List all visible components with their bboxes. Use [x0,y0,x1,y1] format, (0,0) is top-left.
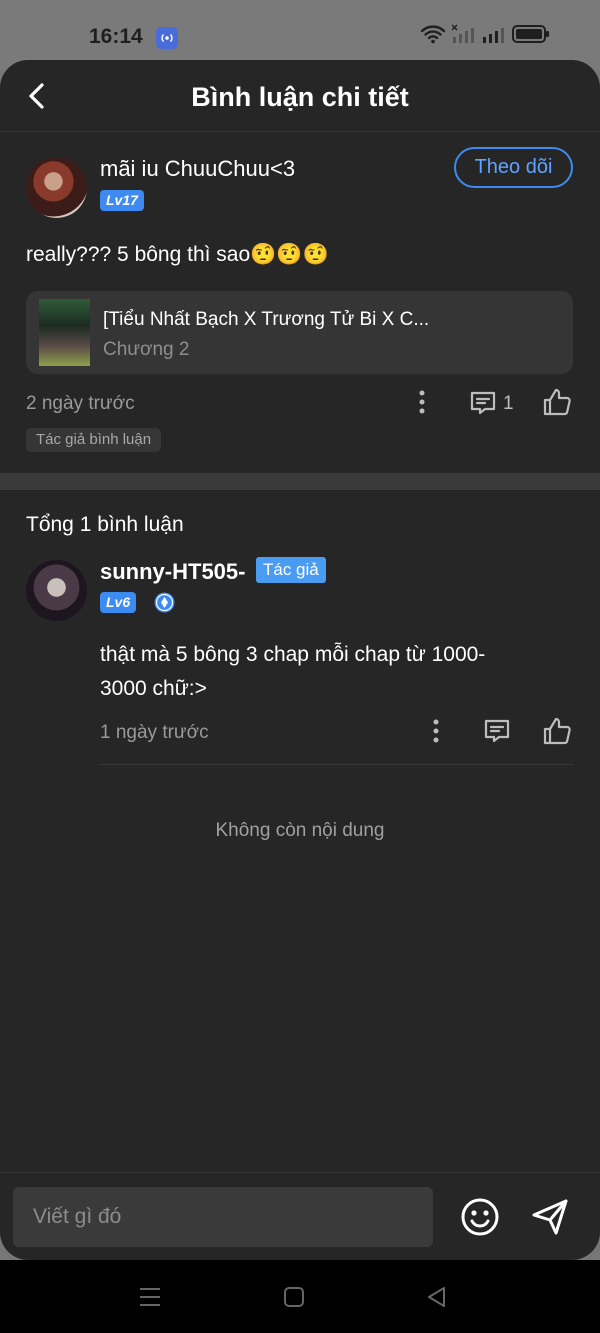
thumbs-up-icon [543,717,571,745]
comment-composer [0,1172,600,1260]
page-title: Bình luận chi tiết [191,82,409,112]
back-nav-button[interactable] [424,1285,448,1309]
follow-button[interactable]: Theo dõi [454,147,573,188]
author-badge: Tác giả [256,557,326,583]
more-vertical-icon [419,390,425,414]
send-icon [532,1199,568,1235]
menu-icon [140,1288,160,1306]
total-comments-label: Tổng 1 bình luận [26,513,184,536]
triangle-back-icon [428,1287,445,1307]
reply-username[interactable]: sunny-HT505- [100,559,245,585]
reply-avatar[interactable] [26,560,87,621]
emoji-icon [461,1198,499,1236]
section-divider [0,473,600,490]
square-icon [284,1287,304,1307]
wifi-icon [420,25,446,44]
signal-icon [483,28,504,43]
avatar[interactable] [26,157,87,218]
story-cover-image [39,299,90,366]
recent-apps-button[interactable] [138,1285,162,1309]
story-title: [Tiểu Nhất Bạch X Trương Tử Bi X C... [103,309,430,330]
status-time: 16:14 [89,25,143,48]
author-comment-tag: Tác giả bình luận [26,428,162,452]
level-badge: Lv17 [100,190,144,211]
system-nav-bar [0,1260,600,1333]
comment-time: 2 ngày trước [26,393,135,414]
reply-text: thật mà 5 bông 3 chap mỗi chap từ 1000-3… [100,643,486,700]
end-of-content-label: Không còn nội dung [215,820,385,841]
reply-count: 1 [503,393,514,414]
like-button[interactable] [541,386,573,418]
comment-detail-sheet: Bình luận chi tiết mãi iu ChuuChuu<3 Lv1… [0,60,600,1260]
reply-level-badge: Lv6 [100,592,137,613]
signal-weak-icon [452,24,474,43]
reply-like-button[interactable] [541,715,573,747]
comment-input[interactable] [13,1187,433,1247]
more-button[interactable] [410,387,434,417]
reply-divider [100,764,573,765]
reply-button[interactable] [468,388,498,418]
comment-text: really??? 5 bông thì sao🤨🤨🤨 [26,243,329,266]
comment-icon [484,719,510,743]
more-vertical-icon [433,719,439,743]
home-button[interactable] [282,1285,306,1309]
send-button[interactable] [528,1196,572,1238]
story-card[interactable]: [Tiểu Nhất Bạch X Trương Tử Bi X C... Ch… [26,291,573,374]
battery-icon [512,25,549,43]
thumbs-up-icon [543,388,571,416]
cast-icon [156,27,178,49]
verified-badge-icon [153,591,176,614]
reply-time: 1 ngày trước [100,722,209,743]
comment-username[interactable]: mãi iu ChuuChuu<3 [100,156,295,182]
header: Bình luận chi tiết [0,60,600,132]
reply-more-button[interactable] [424,716,448,746]
status-indicators [420,24,550,44]
emoji-button[interactable] [459,1196,501,1238]
story-chapter: Chương 2 [103,339,190,360]
comment-icon [470,391,496,415]
reply-reply-button[interactable] [482,716,512,746]
